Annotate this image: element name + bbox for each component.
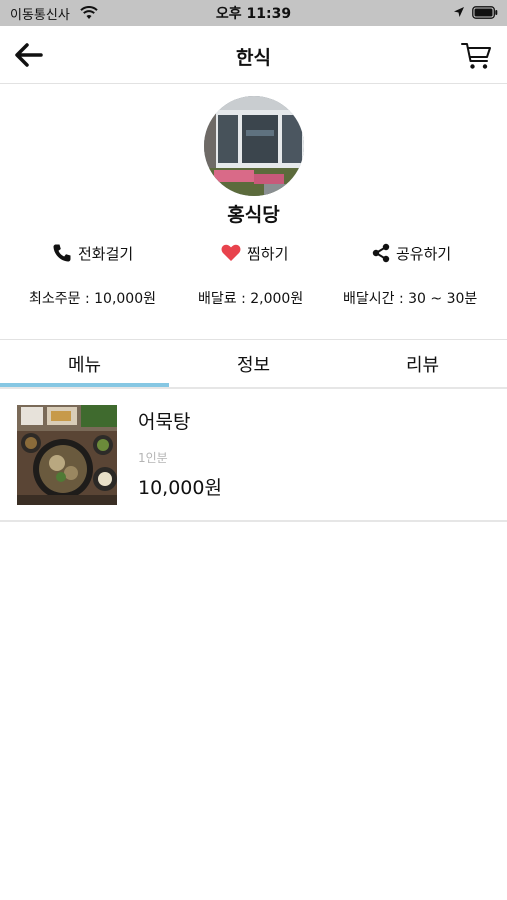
delivery-fee-info: 배달료 : 2,000원 (198, 291, 304, 307)
delivery-time-info: 배달시간 : 30 ~ 30분 (343, 291, 478, 307)
store-photo (204, 96, 304, 196)
favorite-button[interactable]: 찜하기 (221, 240, 288, 266)
tab-info[interactable]: 정보 (169, 340, 338, 387)
tab-menu[interactable]: 메뉴 (0, 340, 169, 387)
heart-icon (221, 244, 241, 261)
tab-review[interactable]: 리뷰 (338, 340, 507, 387)
call-button[interactable]: 전화걸기 (52, 240, 133, 266)
phone-icon (53, 244, 71, 262)
navigation-bar: 한식 (0, 26, 507, 84)
menu-item-portion: 1인분 (138, 451, 168, 465)
page-title: 한식 (236, 47, 271, 69)
menu-item-photo (17, 405, 117, 505)
cart-icon (461, 43, 491, 69)
favorite-label: 찜하기 (247, 244, 289, 263)
call-label: 전화걸기 (78, 244, 134, 263)
cart-button[interactable] (458, 39, 494, 73)
location-arrow-icon (454, 7, 464, 17)
share-button[interactable]: 공유하기 (372, 240, 451, 266)
share-icon (372, 243, 390, 263)
share-label: 공유하기 (396, 244, 452, 263)
menu-item[interactable]: 어묵탕 1인분 10,000원 (0, 389, 507, 522)
menu-item-price: 10,000원 (138, 477, 222, 499)
menu-item-name: 어묵탕 (138, 411, 191, 433)
active-tab-indicator (0, 383, 169, 387)
tab-bar: 메뉴 정보 리뷰 (0, 340, 507, 389)
status-bar: 이동통신사 오후 11:39 (0, 0, 507, 26)
store-name: 홍식당 (227, 204, 280, 226)
min-order-info: 최소주문 : 10,000원 (29, 291, 157, 307)
status-time: 오후 11:39 (215, 6, 292, 22)
battery-icon (472, 6, 498, 19)
